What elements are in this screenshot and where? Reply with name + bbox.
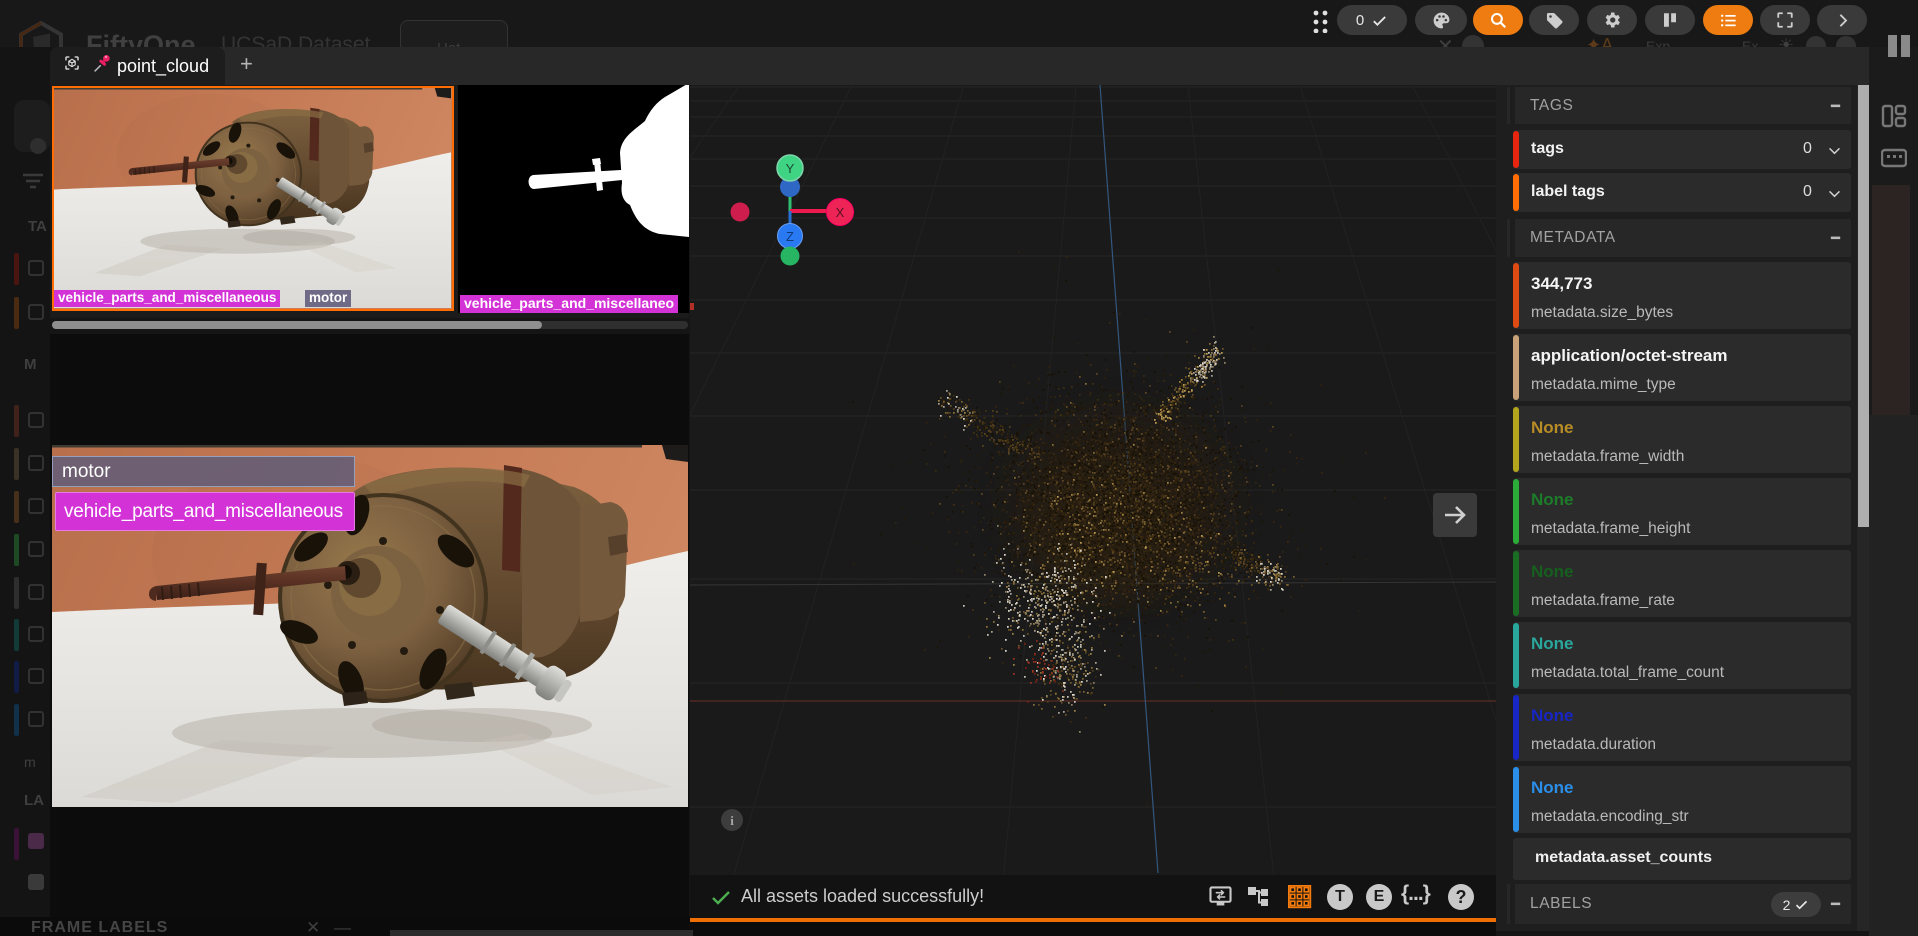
svg-text:i: i [730,813,734,828]
svg-text:Y: Y [786,161,795,176]
svg-text:Z: Z [786,229,794,244]
svg-text:X: X [836,205,845,220]
